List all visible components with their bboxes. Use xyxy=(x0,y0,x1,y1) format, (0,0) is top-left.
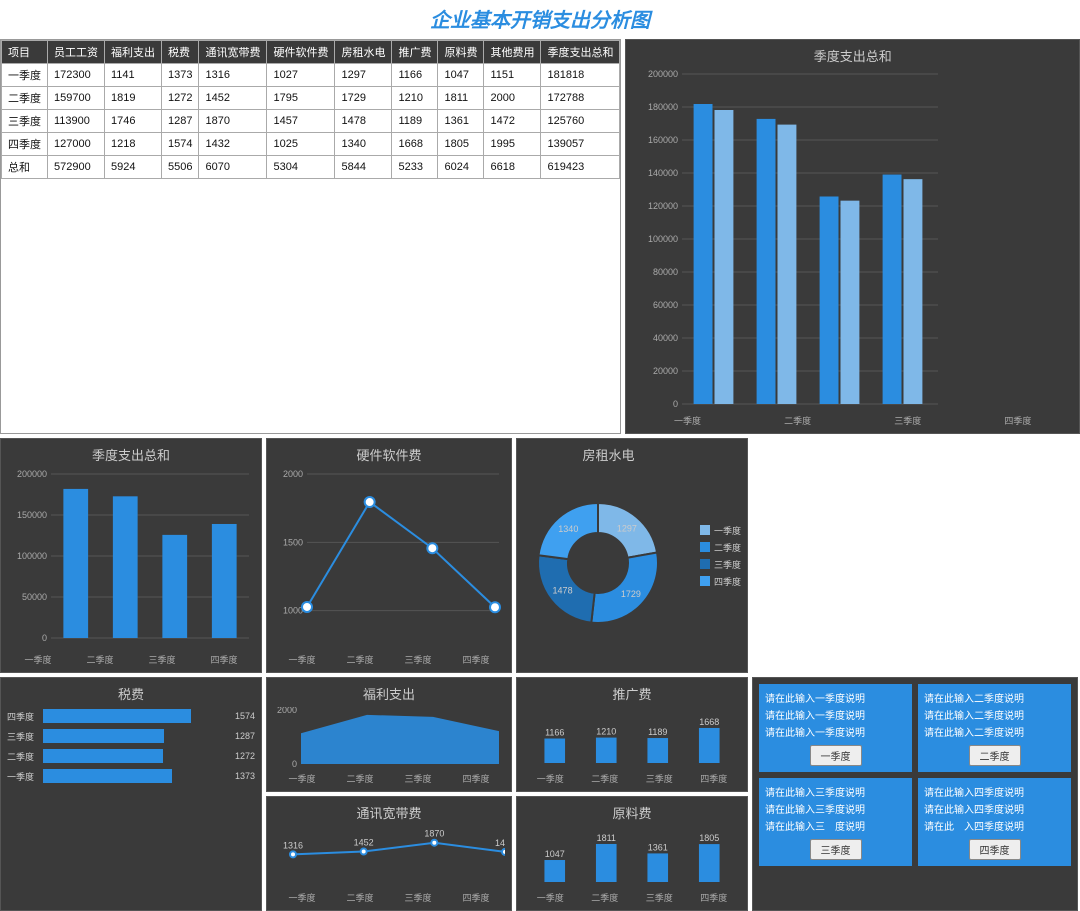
chart-title: 通讯宽带费 xyxy=(273,803,505,822)
svg-text:1166: 1166 xyxy=(545,728,564,738)
svg-text:1210: 1210 xyxy=(596,727,616,737)
table-row: 二季度1597001819127214521795172912101811200… xyxy=(2,87,620,110)
chart-tax: 税费 四季度1574 三季度1287 二季度1272 一季度1373 xyxy=(0,677,262,911)
svg-text:40000: 40000 xyxy=(653,333,678,343)
info-cards-panel: 请在此输入一季度说明请在此输入一季度说明请在此输入一季度说明一季度请在此输入二季… xyxy=(752,677,1078,911)
data-table: 项目员工工资福利支出税费通讯宽带费硬件软件费房租水电推广费原料费其他费用季度支出… xyxy=(0,39,621,434)
info-card: 请在此输入一季度说明请在此输入一季度说明请在此输入一季度说明一季度 xyxy=(759,684,912,772)
svg-text:1500: 1500 xyxy=(283,537,303,547)
col-header: 季度支出总和 xyxy=(541,41,620,64)
svg-text:2000: 2000 xyxy=(277,707,297,715)
col-header: 通讯宽带费 xyxy=(199,41,267,64)
chart-hardware: 硬件软件费 100015002000 一季度二季度三季度四季度 xyxy=(266,438,512,673)
chart-material: 原料费 1047181113611805 一季度二季度三季度四季度 xyxy=(516,796,748,911)
chart-title: 季度支出总和 xyxy=(7,445,255,464)
svg-text:180000: 180000 xyxy=(648,102,678,112)
chart-title: 税费 xyxy=(7,684,255,703)
svg-text:80000: 80000 xyxy=(653,267,678,277)
chart-big-total: 季度支出总和 0 20000 40000 60000 80000 100000 120000… xyxy=(625,39,1080,434)
legend-item: 四季度 xyxy=(700,575,741,588)
chart-telecom: 通讯宽带费 1316145218701432 一季度二季度三季度四季度 xyxy=(266,796,512,911)
table-row: 三季度1139001746128718701457147811891361147… xyxy=(2,110,620,133)
svg-text:100000: 100000 xyxy=(17,551,47,561)
svg-text:1047: 1047 xyxy=(545,849,565,859)
chart-title: 季度支出总和 xyxy=(632,46,1073,65)
hbar-row: 四季度1574 xyxy=(7,709,255,723)
col-header: 推广费 xyxy=(392,41,438,64)
col-header: 其他费用 xyxy=(484,41,541,64)
chart-title: 推广费 xyxy=(523,684,741,703)
table-row: 一季度1723001141137313161027129711661047115… xyxy=(2,64,620,87)
svg-text:20000: 20000 xyxy=(653,366,678,376)
col-header: 福利支出 xyxy=(105,41,162,64)
svg-text:1870: 1870 xyxy=(424,829,444,839)
page-title: 企业基本开销支出分析图 xyxy=(0,0,1080,39)
svg-text:1189: 1189 xyxy=(648,727,667,737)
svg-text:1361: 1361 xyxy=(648,842,668,852)
svg-text:140000: 140000 xyxy=(648,168,678,178)
chart-title: 房租水电 xyxy=(523,445,694,464)
col-header: 员工工资 xyxy=(48,41,105,64)
col-header: 房租水电 xyxy=(335,41,392,64)
svg-text:200000: 200000 xyxy=(17,469,47,479)
svg-text:1316: 1316 xyxy=(283,840,303,850)
quarter-button[interactable]: 二季度 xyxy=(969,745,1021,766)
col-header: 税费 xyxy=(162,41,199,64)
svg-text:1432: 1432 xyxy=(495,838,505,848)
svg-text:1729: 1729 xyxy=(621,589,641,599)
svg-text:150000: 150000 xyxy=(17,510,47,520)
table-row: 总和57290059245506607053045844523360246618… xyxy=(2,156,620,179)
svg-text:1668: 1668 xyxy=(699,717,719,727)
chart-welfare: 福利支出 02000 一季度二季度三季度四季度 xyxy=(266,677,512,792)
info-card: 请在此输入三季度说明请在此输入三季度说明请在此输入三 度说明三季度 xyxy=(759,778,912,866)
hbar-row: 一季度1373 xyxy=(7,769,255,783)
chart-rent: 房租水电 1297 1729 1478 1340 一季度二季度三季度四季度 xyxy=(516,438,748,673)
svg-text:0: 0 xyxy=(673,399,678,409)
svg-text:2000: 2000 xyxy=(283,469,303,479)
info-card: 请在此输入二季度说明请在此输入二季度说明请在此输入二季度说明二季度 xyxy=(918,684,1071,772)
legend-item: 一季度 xyxy=(700,524,741,537)
col-header: 原料费 xyxy=(438,41,484,64)
info-card: 请在此输入四季度说明请在此输入四季度说明请在此 入四季度说明四季度 xyxy=(918,778,1071,866)
chart-promo: 推广费 1166121011891668 一季度二季度三季度四季度 xyxy=(516,677,748,792)
svg-text:160000: 160000 xyxy=(648,135,678,145)
svg-text:0: 0 xyxy=(42,633,47,643)
chart-quarterly-total: 季度支出总和 050000100000150000200000 一季度二季度三季… xyxy=(0,438,262,673)
quarter-button[interactable]: 三季度 xyxy=(810,839,862,860)
col-header: 项目 xyxy=(2,41,48,64)
legend-item: 二季度 xyxy=(700,541,741,554)
svg-text:1000: 1000 xyxy=(283,606,303,616)
svg-text:60000: 60000 xyxy=(653,300,678,310)
svg-text:1805: 1805 xyxy=(699,833,719,843)
legend-item: 三季度 xyxy=(700,558,741,571)
svg-text:50000: 50000 xyxy=(22,592,47,602)
quarter-button[interactable]: 四季度 xyxy=(969,839,1021,860)
legend: 一季度二季度三季度四季度 xyxy=(700,445,741,666)
svg-text:1452: 1452 xyxy=(354,838,374,848)
svg-text:1811: 1811 xyxy=(597,833,616,843)
quarter-button[interactable]: 一季度 xyxy=(810,745,862,766)
col-header: 硬件软件费 xyxy=(267,41,335,64)
svg-text:1297: 1297 xyxy=(617,524,637,534)
svg-text:120000: 120000 xyxy=(648,201,678,211)
table-row: 四季度1270001218157414321025134016681805199… xyxy=(2,133,620,156)
chart-title: 原料费 xyxy=(523,803,741,822)
svg-text:1478: 1478 xyxy=(553,586,573,596)
hbar-row: 二季度1272 xyxy=(7,749,255,763)
svg-text:1340: 1340 xyxy=(558,524,578,534)
chart-title: 福利支出 xyxy=(273,684,505,703)
svg-text:0: 0 xyxy=(292,759,297,767)
chart-title: 硬件软件费 xyxy=(273,445,505,464)
hbar-row: 三季度1287 xyxy=(7,729,255,743)
svg-text:200000: 200000 xyxy=(648,69,678,79)
svg-text:100000: 100000 xyxy=(648,234,678,244)
